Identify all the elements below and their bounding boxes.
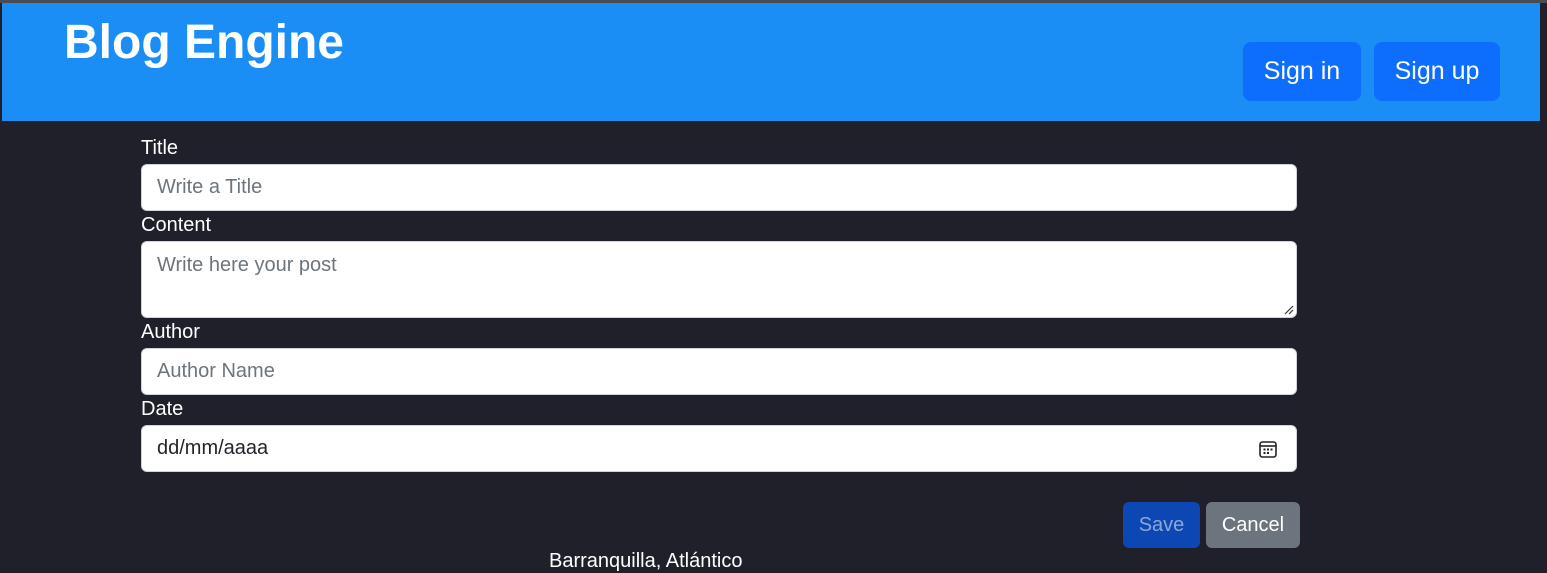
date-placeholder: dd/mm/aaaa <box>157 437 269 459</box>
content-label: Content <box>141 214 212 236</box>
save-button[interactable]: Save <box>1123 502 1200 548</box>
page-edge <box>1540 3 1547 121</box>
brand-title[interactable]: Blog Engine <box>64 15 344 70</box>
resize-grip-icon[interactable] <box>1282 303 1294 315</box>
date-label: Date <box>141 398 184 420</box>
cancel-button[interactable]: Cancel <box>1206 502 1300 548</box>
sign-up-button[interactable]: Sign up <box>1374 42 1500 101</box>
sign-in-button[interactable]: Sign in <box>1243 42 1361 101</box>
title-input[interactable]: Write a Title <box>141 164 1297 211</box>
title-label: Title <box>141 137 179 159</box>
title-placeholder: Write a Title <box>157 176 263 198</box>
author-placeholder: Author Name <box>157 360 275 382</box>
calendar-icon[interactable] <box>1258 439 1278 459</box>
content-textarea[interactable]: Write here your post <box>141 241 1297 318</box>
date-input[interactable]: dd/mm/aaaa <box>141 425 1297 472</box>
content-placeholder: Write here your post <box>157 254 337 276</box>
author-input[interactable]: Author Name <box>141 348 1297 395</box>
site-header: Blog Engine Sign in Sign up <box>2 3 1540 121</box>
author-label: Author <box>141 321 200 343</box>
